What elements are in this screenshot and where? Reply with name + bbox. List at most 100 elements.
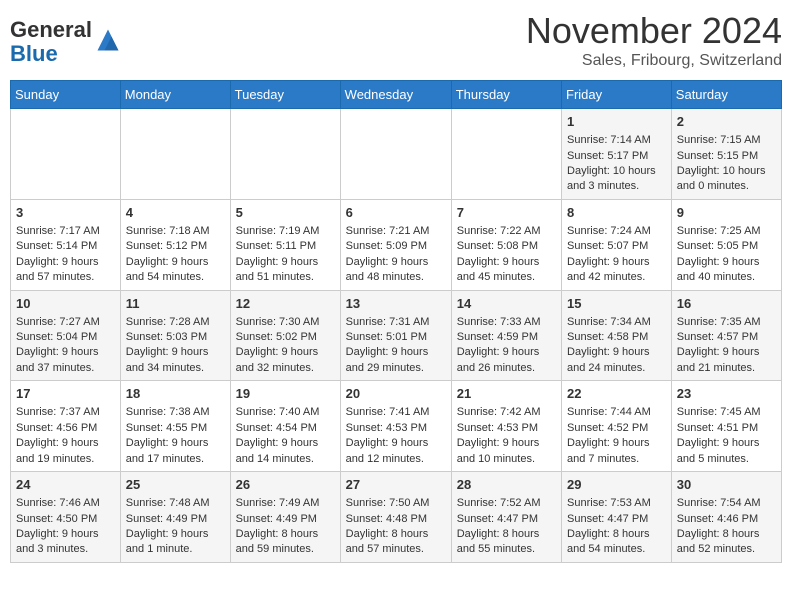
- day-number: 10: [16, 295, 115, 313]
- day-info: Sunset: 5:03 PM: [126, 330, 225, 345]
- day-info: Sunrise: 7:50 AM: [346, 496, 446, 511]
- table-row: 16 Sunrise: 7:35 AMSunset: 4:57 PMDayligh…: [671, 290, 781, 381]
- day-number: 3: [16, 204, 115, 222]
- table-row: 10Sunrise: 7:27 AMSunset: 5:04 PMDayligh…: [11, 290, 121, 381]
- day-info: Sunrise: 7:17 AM: [16, 224, 115, 239]
- day-info: Daylight: 9 hours and 57 minutes.: [16, 255, 115, 286]
- day-info: Daylight: 9 hours and 45 minutes.: [457, 255, 556, 286]
- day-info: Sunset: 5:02 PM: [236, 330, 335, 345]
- day-info: Daylight: 9 hours and 5 minutes.: [677, 436, 776, 467]
- day-number: 19: [236, 385, 335, 403]
- calendar-week-3: 10Sunrise: 7:27 AMSunset: 5:04 PMDayligh…: [11, 290, 782, 381]
- day-info: Daylight: 10 hours and 3 minutes.: [567, 164, 666, 195]
- day-info: Daylight: 9 hours and 37 minutes.: [16, 345, 115, 376]
- day-number: 4: [126, 204, 225, 222]
- day-number: 20: [346, 385, 446, 403]
- table-row: [230, 109, 340, 200]
- day-info: Sunset: 4:49 PM: [236, 512, 335, 527]
- day-info: Sunset: 4:50 PM: [16, 512, 115, 527]
- day-number: 8: [567, 204, 666, 222]
- day-info: Daylight: 8 hours and 59 minutes.: [236, 527, 335, 558]
- day-info: Sunrise: 7:25 AM: [677, 224, 776, 239]
- day-info: Sunset: 5:12 PM: [126, 239, 225, 254]
- col-saturday: Saturday: [671, 81, 781, 109]
- day-info: Daylight: 10 hours and 0 minutes.: [677, 164, 776, 195]
- day-number: 16: [677, 295, 776, 313]
- day-info: Daylight: 9 hours and 21 minutes.: [677, 345, 776, 376]
- day-number: 2: [677, 113, 776, 131]
- table-row: 11Sunrise: 7:28 AMSunset: 5:03 PMDayligh…: [120, 290, 230, 381]
- day-info: Daylight: 8 hours and 54 minutes.: [567, 527, 666, 558]
- day-info: Sunset: 5:14 PM: [16, 239, 115, 254]
- day-info: Sunrise: 7:49 AM: [236, 496, 335, 511]
- day-info: Daylight: 9 hours and 51 minutes.: [236, 255, 335, 286]
- day-info: Sunset: 5:04 PM: [16, 330, 115, 345]
- table-row: 4Sunrise: 7:18 AMSunset: 5:12 PMDaylight…: [120, 199, 230, 290]
- day-info: Sunrise: 7:42 AM: [457, 405, 556, 420]
- table-row: 3 Sunrise: 7:17 AMSunset: 5:14 PMDaylight…: [11, 199, 121, 290]
- table-row: 12Sunrise: 7:30 AMSunset: 5:02 PMDayligh…: [230, 290, 340, 381]
- table-row: 22Sunrise: 7:44 AMSunset: 4:52 PMDayligh…: [562, 381, 672, 472]
- table-row: 6Sunrise: 7:21 AMSunset: 5:09 PMDaylight…: [340, 199, 451, 290]
- day-info: Sunset: 4:51 PM: [677, 421, 776, 436]
- day-info: Sunset: 5:17 PM: [567, 149, 666, 164]
- table-row: 7Sunrise: 7:22 AMSunset: 5:08 PMDaylight…: [451, 199, 561, 290]
- day-info: Daylight: 9 hours and 32 minutes.: [236, 345, 335, 376]
- day-number: 27: [346, 476, 446, 494]
- day-info: Sunrise: 7:28 AM: [126, 315, 225, 330]
- table-row: 28Sunrise: 7:52 AMSunset: 4:47 PMDayligh…: [451, 472, 561, 563]
- col-tuesday: Tuesday: [230, 81, 340, 109]
- table-row: 2Sunrise: 7:15 AMSunset: 5:15 PMDaylight…: [671, 109, 781, 200]
- day-info: Daylight: 8 hours and 57 minutes.: [346, 527, 446, 558]
- day-info: Sunset: 4:54 PM: [236, 421, 335, 436]
- day-number: 14: [457, 295, 556, 313]
- day-info: Sunrise: 7:19 AM: [236, 224, 335, 239]
- day-info: Sunrise: 7:35 AM: [677, 315, 776, 330]
- location-subtitle: Sales, Fribourg, Switzerland: [526, 52, 782, 70]
- day-number: 5: [236, 204, 335, 222]
- calendar-week-4: 17Sunrise: 7:37 AMSunset: 4:56 PMDayligh…: [11, 381, 782, 472]
- table-row: [120, 109, 230, 200]
- day-info: Sunset: 5:07 PM: [567, 239, 666, 254]
- calendar-header-row: Sunday Monday Tuesday Wednesday Thursday…: [11, 81, 782, 109]
- calendar-table: Sunday Monday Tuesday Wednesday Thursday…: [10, 80, 782, 563]
- day-info: Sunset: 4:57 PM: [677, 330, 776, 345]
- table-row: 26Sunrise: 7:49 AMSunset: 4:49 PMDayligh…: [230, 472, 340, 563]
- day-number: 9: [677, 204, 776, 222]
- col-monday: Monday: [120, 81, 230, 109]
- day-info: Sunset: 4:59 PM: [457, 330, 556, 345]
- day-number: 21: [457, 385, 556, 403]
- day-info: Sunset: 4:58 PM: [567, 330, 666, 345]
- table-row: 1Sunrise: 7:14 AMSunset: 5:17 PMDaylight…: [562, 109, 672, 200]
- day-number: 18: [126, 385, 225, 403]
- day-info: Sunrise: 7:41 AM: [346, 405, 446, 420]
- day-number: 28: [457, 476, 556, 494]
- day-info: Daylight: 9 hours and 3 minutes.: [16, 527, 115, 558]
- table-row: 13Sunrise: 7:31 AMSunset: 5:01 PMDayligh…: [340, 290, 451, 381]
- day-info: Sunset: 4:47 PM: [567, 512, 666, 527]
- day-number: 7: [457, 204, 556, 222]
- day-info: Daylight: 9 hours and 42 minutes.: [567, 255, 666, 286]
- day-info: Sunrise: 7:38 AM: [126, 405, 225, 420]
- day-info: Daylight: 9 hours and 7 minutes.: [567, 436, 666, 467]
- title-area: November 2024 Sales, Fribourg, Switzerla…: [526, 10, 782, 70]
- table-row: 20Sunrise: 7:41 AMSunset: 4:53 PMDayligh…: [340, 381, 451, 472]
- day-info: Daylight: 8 hours and 52 minutes.: [677, 527, 776, 558]
- calendar-week-2: 3Sunrise: 7:17 AMSunset: 5:14 PMDaylight…: [11, 199, 782, 290]
- day-info: Sunset: 4:48 PM: [346, 512, 446, 527]
- day-number: 13: [346, 295, 446, 313]
- day-number: 15: [567, 295, 666, 313]
- day-info: Sunset: 4:47 PM: [457, 512, 556, 527]
- day-info: Sunrise: 7:44 AM: [567, 405, 666, 420]
- day-info: Sunrise: 7:53 AM: [567, 496, 666, 511]
- day-info: Sunrise: 7:15 AM: [677, 133, 776, 148]
- logo: General Blue: [10, 18, 122, 66]
- month-year-title: November 2024: [526, 10, 782, 52]
- day-info: Daylight: 9 hours and 1 minute.: [126, 527, 225, 558]
- table-row: 8Sunrise: 7:24 AMSunset: 5:07 PMDaylight…: [562, 199, 672, 290]
- table-row: [340, 109, 451, 200]
- day-info: Sunset: 4:53 PM: [346, 421, 446, 436]
- day-info: Sunrise: 7:37 AM: [16, 405, 115, 420]
- day-info: Sunset: 5:05 PM: [677, 239, 776, 254]
- logo-blue: Blue: [10, 41, 58, 66]
